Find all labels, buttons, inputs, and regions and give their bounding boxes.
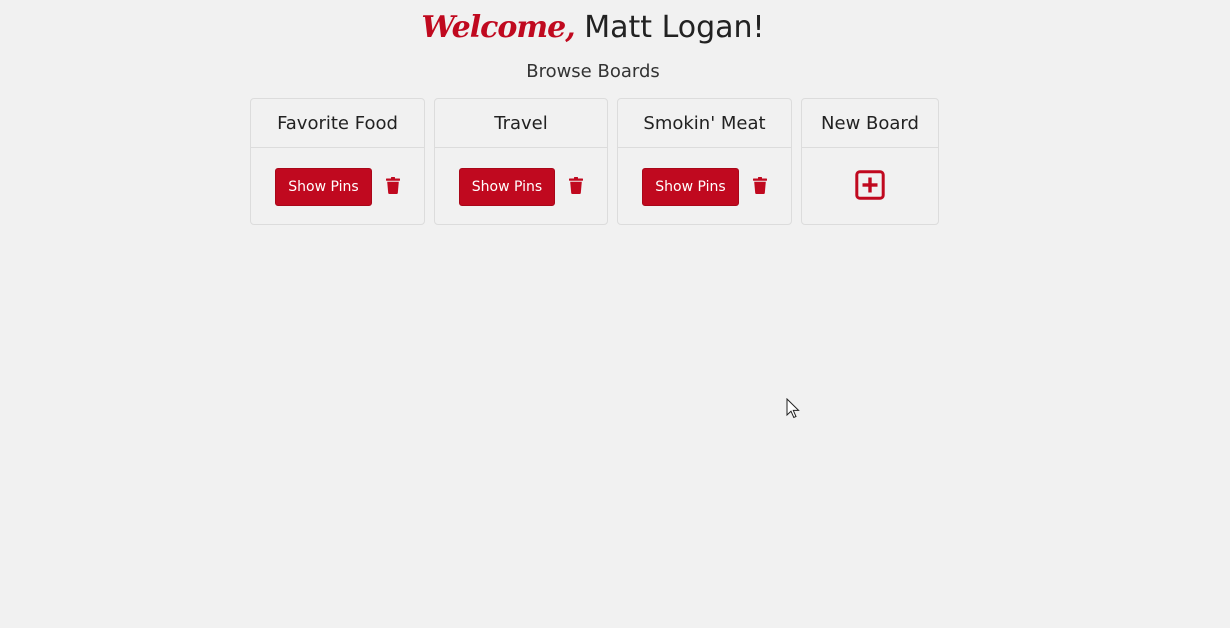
board-card-travel: Travel Show Pins [434, 98, 608, 225]
trash-icon[interactable] [569, 177, 584, 194]
browse-boards-subtitle: Browse Boards [526, 61, 660, 82]
boards-list: Favorite Food Show Pins Travel Show Pins [250, 98, 939, 225]
new-board-title: New Board [802, 99, 938, 148]
board-title: Favorite Food [251, 99, 424, 148]
page: Welcome, Matt Logan! Browse Boards Favor… [0, 0, 1230, 628]
board-title: Smokin' Meat [618, 99, 791, 148]
show-pins-button[interactable]: Show Pins [275, 168, 372, 206]
board-actions: Show Pins [251, 148, 424, 224]
mouse-cursor-icon [786, 398, 800, 419]
board-title: Travel [435, 99, 607, 148]
new-board-actions [802, 148, 938, 224]
show-pins-button[interactable]: Show Pins [642, 168, 739, 206]
welcome-user-name: Matt Logan! [584, 10, 765, 45]
board-card-favorite-food: Favorite Food Show Pins [250, 98, 425, 225]
welcome-heading: Welcome, Matt Logan! [0, 6, 1186, 50]
plus-square-icon[interactable] [855, 170, 885, 200]
board-card-smokin-meat: Smokin' Meat Show Pins [617, 98, 792, 225]
show-pins-button[interactable]: Show Pins [458, 168, 556, 206]
trash-icon[interactable] [385, 177, 400, 194]
trash-icon[interactable] [752, 177, 767, 194]
board-actions: Show Pins [435, 148, 607, 224]
welcome-word: Welcome, [421, 10, 575, 45]
board-actions: Show Pins [618, 148, 791, 224]
new-board-card: New Board [801, 98, 939, 225]
